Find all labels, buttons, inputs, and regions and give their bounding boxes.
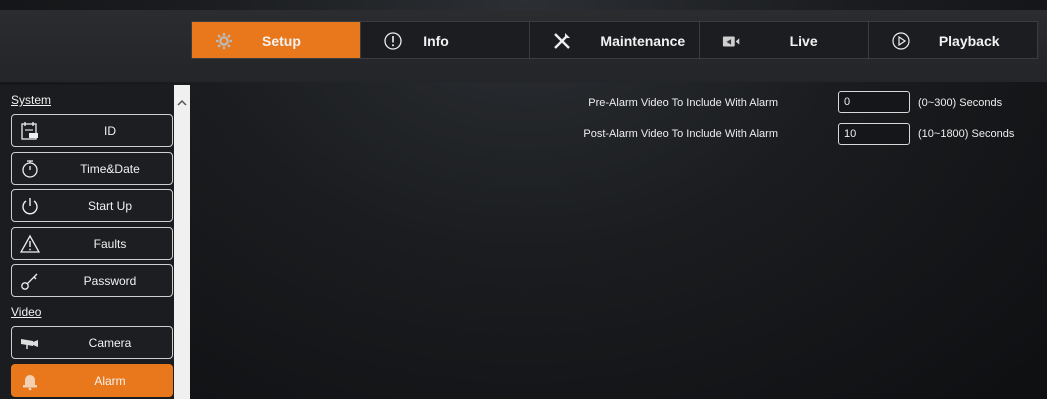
post-alarm-label: Post-Alarm Video To Include With Alarm xyxy=(583,128,778,140)
sidebar-item-label: Camera xyxy=(88,336,132,350)
play-icon xyxy=(891,31,911,51)
tab-setup-label: Setup xyxy=(262,33,301,49)
tab-info[interactable]: Info xyxy=(361,22,531,58)
info-icon xyxy=(383,31,403,51)
pre-alarm-input[interactable] xyxy=(838,91,910,113)
post-alarm-range: (10~1800) Seconds xyxy=(918,128,1015,140)
sidebar-item-id[interactable]: ID xyxy=(11,114,173,147)
sidebar-item-label: Password xyxy=(83,274,137,288)
tab-live[interactable]: Live xyxy=(700,22,869,58)
sidebar-item-label: Start Up xyxy=(87,199,132,213)
sidebar-item-label: Faults xyxy=(93,237,127,251)
section-video: Video xyxy=(11,305,42,319)
sidebar-item-alarm[interactable]: Alarm xyxy=(11,364,173,397)
tools-icon xyxy=(552,31,572,51)
warning-icon xyxy=(19,233,41,255)
tab-maintenance-label: Maintenance xyxy=(600,33,686,49)
sidebar-item-password[interactable]: Password xyxy=(11,264,173,297)
main-tabs: Setup Info Maintenance Live Playback xyxy=(191,21,1038,59)
pre-alarm-label: Pre-Alarm Video To Include With Alarm xyxy=(588,97,778,109)
sidebar-item-camera[interactable]: Camera xyxy=(11,326,173,359)
power-icon xyxy=(19,195,41,217)
bell-icon xyxy=(19,370,41,392)
tab-info-label: Info xyxy=(423,33,449,49)
tab-playback[interactable]: Playback xyxy=(869,22,1037,58)
sidebar-item-label: ID xyxy=(104,124,116,138)
sidebar: System ID Time&Date Start Up Faults Pass… xyxy=(0,85,190,399)
sidebar-scrollbar[interactable] xyxy=(174,85,190,399)
chevron-up-icon[interactable] xyxy=(177,95,187,106)
app-window: Setup Info Maintenance Live Playback Sys… xyxy=(0,0,1047,399)
tab-live-label: Live xyxy=(789,33,818,49)
sidebar-item-label: Time&Date xyxy=(80,162,140,176)
post-alarm-row: Post-Alarm Video To Include With Alarm xyxy=(560,128,778,142)
key-icon xyxy=(19,270,41,292)
sidebar-item-label: Alarm xyxy=(94,374,126,388)
sidebar-item-time-date[interactable]: Time&Date xyxy=(11,152,173,185)
tab-setup[interactable]: Setup xyxy=(192,22,362,58)
tab-playback-label: Playback xyxy=(938,33,1000,49)
pre-alarm-row: Pre-Alarm Video To Include With Alarm xyxy=(560,97,778,111)
camera-icon xyxy=(19,332,41,354)
gear-icon xyxy=(214,31,234,51)
sidebar-item-faults[interactable]: Faults xyxy=(11,227,173,260)
sidebar-item-start-up[interactable]: Start Up xyxy=(11,189,173,222)
tab-maintenance[interactable]: Maintenance xyxy=(530,22,700,58)
stopwatch-icon xyxy=(19,158,41,180)
section-system: System xyxy=(11,93,52,107)
id-card-icon xyxy=(19,120,41,142)
pre-alarm-range: (0~300) Seconds xyxy=(918,97,1003,109)
post-alarm-input[interactable] xyxy=(838,123,910,145)
video-camera-icon xyxy=(722,31,742,51)
